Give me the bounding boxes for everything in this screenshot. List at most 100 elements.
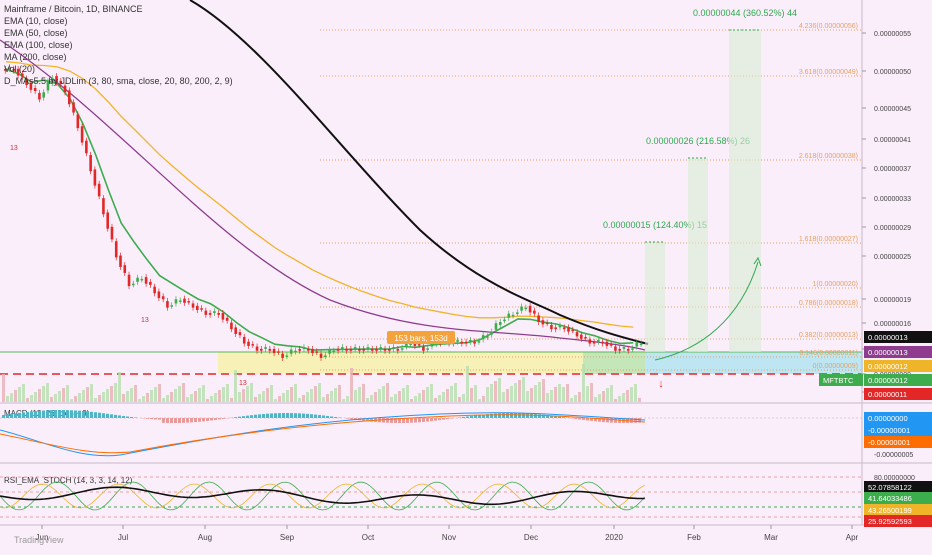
macd-histogram-bar: [250, 415, 253, 418]
macd-histogram-bar: [146, 418, 149, 419]
volume-bar: [18, 387, 21, 402]
time-tick-label: Mar: [764, 533, 778, 542]
macd-histogram-bar: [6, 414, 9, 418]
candle: [251, 344, 254, 346]
legend-ema10[interactable]: EMA (10, close): [4, 15, 233, 27]
volume-bar: [466, 366, 469, 402]
price-tick-label: 0.00000016: [874, 321, 911, 328]
candle: [507, 314, 510, 318]
candle: [89, 155, 92, 171]
macd-histogram-bar: [22, 412, 25, 418]
candle: [635, 342, 638, 346]
volume-bar: [2, 374, 5, 402]
stoch-k-line: [0, 482, 645, 510]
candle: [469, 340, 472, 342]
volume-bar: [298, 398, 301, 402]
volume-bar: [106, 389, 109, 402]
volume-bar: [478, 399, 481, 402]
volume-bar: [490, 384, 493, 402]
volume-bar: [198, 388, 201, 402]
candle: [482, 335, 485, 339]
volume-bar: [158, 384, 161, 402]
candle: [371, 349, 374, 351]
candle: [94, 169, 97, 185]
watermark: TradingView: [14, 535, 64, 545]
candle: [473, 342, 476, 344]
price-badge-label: 0.00000011: [868, 390, 907, 399]
volume-bar: [262, 391, 265, 402]
candle: [290, 350, 293, 354]
macd-histogram-bar: [346, 418, 349, 419]
candle: [499, 322, 502, 325]
macd-histogram-bar: [278, 413, 281, 418]
volume-bar: [154, 387, 157, 402]
candle: [264, 347, 267, 349]
volume-bar: [38, 389, 41, 402]
candle: [230, 323, 233, 330]
macd-histogram-bar: [314, 415, 317, 418]
macd-histogram-bar: [574, 418, 577, 419]
macd-histogram-bar: [42, 411, 45, 418]
symbol-title[interactable]: Mainframe / Bitcoin, 1D, BINANCE: [4, 3, 233, 15]
volume-bar: [230, 398, 233, 402]
candle: [375, 349, 378, 351]
candle: [392, 347, 395, 349]
volume-bar: [46, 383, 49, 402]
candle: [478, 341, 481, 343]
volume-bar: [114, 383, 117, 402]
volume-bar: [422, 390, 425, 402]
volume-bar: [286, 390, 289, 402]
target-box: [688, 158, 708, 352]
legend-ma200[interactable]: MA (200, close): [4, 51, 233, 63]
volume-bar: [110, 386, 113, 402]
volume-bar: [622, 393, 625, 402]
macd-histogram-bar: [582, 418, 585, 420]
candle: [542, 320, 545, 324]
macd-histogram-bar: [50, 410, 53, 418]
legend-dmas[interactable]: D_MAs5.5 by JDLim (3, 80, sma, close, 20…: [4, 75, 233, 87]
candle: [162, 296, 165, 299]
volume-bar: [626, 390, 629, 402]
macd-histogram-bar: [150, 418, 153, 419]
volume-bar: [430, 384, 433, 402]
accumulation-zone: [218, 352, 583, 374]
legend-volume[interactable]: Vol (20): [4, 63, 233, 75]
volume-bar: [462, 394, 465, 402]
legend-ema100[interactable]: EMA (100, close): [4, 39, 233, 51]
volume-bar: [170, 392, 173, 402]
macd-histogram-bar: [130, 417, 133, 418]
macd-histogram-bar: [166, 418, 169, 423]
candle: [563, 327, 566, 329]
sell-arrow-icon: ↓: [658, 378, 664, 390]
macd-histogram-bar: [86, 411, 89, 418]
volume-bar: [70, 399, 73, 402]
volume-bar: [94, 398, 97, 402]
price-tick-label: 0.00000019: [874, 297, 911, 304]
macd-histogram-bar: [326, 416, 329, 418]
volume-bar: [590, 383, 593, 402]
candle: [286, 356, 289, 358]
macd-histogram-bar: [286, 413, 289, 418]
macd-histogram-bar: [194, 418, 197, 422]
candle: [247, 342, 250, 346]
candle: [115, 241, 118, 257]
legend-ema50[interactable]: EMA (50, close): [4, 27, 233, 39]
candle: [503, 320, 506, 322]
macd-tick-label: -0.00000005: [874, 452, 913, 459]
volume-bar: [174, 389, 177, 402]
candle: [631, 348, 634, 350]
macd-histogram-bar: [302, 414, 305, 418]
volume-bar: [218, 390, 221, 402]
volume-bar: [98, 395, 101, 402]
macd-histogram-bar: [306, 414, 309, 418]
volume-bar: [14, 390, 17, 402]
rsi-layer: RSI_EMA_STOCH (14, 3, 3, 14, 12): [0, 476, 862, 517]
volume-bar: [266, 388, 269, 402]
macd-histogram-bar: [414, 418, 417, 423]
macd-histogram-bar: [442, 418, 445, 420]
price-tick-label: 0.00000033: [874, 196, 911, 203]
volume-bar: [222, 387, 225, 402]
macd-histogram-bar: [106, 414, 109, 418]
macd-histogram-bar: [510, 413, 513, 418]
price-tick-label: 0.00000029: [874, 225, 911, 232]
